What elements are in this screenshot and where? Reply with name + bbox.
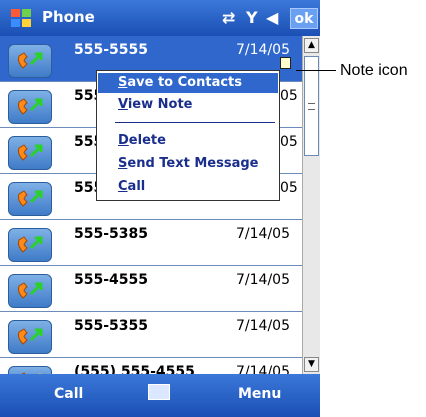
call-number: 555-5555 [74,42,148,58]
menu-item-send-text-message[interactable]: Send Text Message [98,154,278,174]
outgoing-call-icon [8,90,52,124]
menu-item-label: ave to Contacts [127,75,243,90]
outgoing-call-icon [8,44,52,78]
call-date: 7/14/05 [236,42,290,58]
scroll-down-arrow-icon[interactable]: ▼ [304,357,319,372]
outgoing-call-icon [8,228,52,262]
title-bar: Phone ⇄ Y ◀ ok [0,0,320,36]
scrollbar-thumb[interactable] [304,56,319,156]
call-date: 05 [280,88,298,104]
menu-soft-key[interactable]: Menu [238,386,281,402]
scrollbar-grip-icon [308,103,315,110]
note-icon[interactable] [280,57,291,69]
connectivity-icon[interactable]: ⇄ [222,8,235,27]
menu-hotkey: D [118,133,129,148]
volume-icon[interactable]: ◀ [266,8,278,27]
menu-hotkey: C [118,179,128,194]
phone-screen: Phone ⇄ Y ◀ ok 555-5555 7/14/05 555 05 5… [0,0,320,417]
menu-item-delete[interactable]: Delete [98,131,278,151]
call-context-menu: Save to Contacts View Note Delete Send T… [96,70,280,201]
menu-item-save-to-contacts[interactable]: Save to Contacts [98,73,278,93]
menu-hotkey: S [118,156,128,171]
list-scrollbar[interactable]: ▲ ▼ [302,36,320,374]
title-label: Phone [42,8,95,26]
menu-item-view-note[interactable]: View Note [98,95,278,115]
ok-button[interactable]: ok [290,8,318,29]
call-soft-key[interactable]: Call [54,386,83,402]
call-date: 05 [280,180,298,196]
outgoing-call-icon [8,274,52,308]
soft-key-bar: Call Menu [0,374,320,417]
scroll-up-arrow-icon[interactable]: ▲ [304,38,319,53]
menu-item-call[interactable]: Call [98,177,278,197]
menu-hotkey: S [118,75,128,90]
keyboard-icon[interactable] [148,384,170,400]
call-row[interactable]: 555-5355 7/14/05 [0,312,302,358]
call-date: 05 [280,134,298,150]
call-date: 7/14/05 [236,318,290,334]
call-date: 7/14/05 [236,272,290,288]
windows-flag-icon[interactable] [8,6,34,30]
menu-item-label: elete [128,133,166,148]
menu-item-label: all [127,179,146,194]
menu-hotkey: V [118,97,128,112]
outgoing-call-icon [8,136,52,170]
call-row[interactable]: (555) 555-4555 7/14/05 [0,358,302,390]
call-row[interactable]: 555-5385 7/14/05 [0,220,302,266]
menu-item-label: iew Note [127,97,193,112]
menu-separator [115,122,275,123]
outgoing-call-icon [8,182,52,216]
note-icon-callout-label: Note icon [340,62,408,79]
callout-line [296,70,336,71]
call-number: 555-5385 [74,226,148,242]
call-row[interactable]: 555-4555 7/14/05 [0,266,302,312]
call-number: 555-4555 [74,272,148,288]
call-date: 7/14/05 [236,226,290,242]
call-number: 555-5355 [74,318,148,334]
signal-icon[interactable]: Y [246,8,258,27]
outgoing-call-icon [8,320,52,354]
menu-item-label: end Text Message [127,156,259,171]
